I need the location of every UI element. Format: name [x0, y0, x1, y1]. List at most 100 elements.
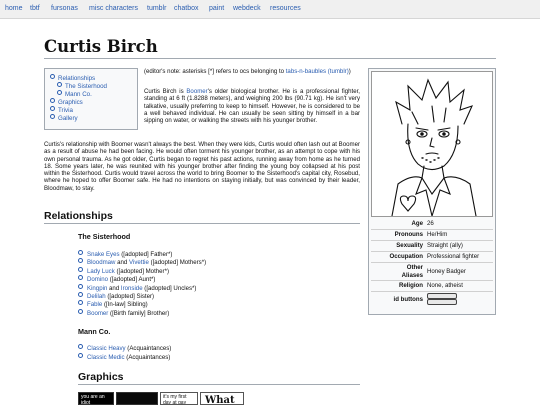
bullet-icon: [78, 300, 83, 306]
character-link[interactable]: Ironside: [121, 285, 143, 292]
bullet-icon: [50, 114, 55, 119]
infobox-value: 26: [427, 220, 434, 227]
character-link[interactable]: Delilah: [87, 293, 106, 300]
infobox-separator: [371, 251, 493, 252]
thumb-text: you are an idiot: [81, 394, 105, 405]
infobox-separator: [371, 240, 493, 241]
sisterhood-heading: The Sisterhood: [78, 232, 131, 241]
graphics-heading: Graphics: [78, 371, 124, 383]
infobox-label: Religion: [398, 282, 423, 289]
nav-link-fursonas[interactable]: fursonas: [51, 5, 78, 13]
infobox-value: Honey Badger: [427, 268, 466, 275]
toc-item-label: Trivia: [58, 107, 73, 114]
toc-item-label: Graphics: [58, 99, 83, 106]
mannco-heading: Mann Co.: [78, 327, 111, 336]
bullet-icon: [78, 266, 83, 272]
toc-item-gallery[interactable]: Gallery: [50, 114, 78, 123]
relationship-note: ([adopted] Uncles*): [142, 284, 197, 292]
graphic-thumb-what[interactable]: What ?: [200, 392, 244, 405]
relationship-note: (Acquaintances): [125, 345, 172, 352]
history-paragraph: Curtis's relationship with Boomer wasn't…: [44, 141, 360, 192]
infobox-value: Professional fighter: [427, 253, 480, 260]
relationship-item: Boomer ([Birth family] Brother): [78, 308, 170, 318]
bullet-icon: [78, 292, 83, 297]
infobox-label: Occupation: [389, 253, 423, 260]
relationship-note: ([adopted] Mothers*): [148, 259, 207, 267]
page-title: Curtis Birch: [44, 37, 158, 56]
relationship-note: ([adopted] Sister): [105, 293, 155, 300]
infobox-separator: [371, 280, 493, 281]
infobox-label: Pronouns: [394, 231, 423, 238]
toc-item-label: Relationships: [58, 75, 96, 82]
relationship-note: ([In-law] Sibling): [102, 301, 148, 309]
portrait-drawing: [391, 78, 477, 217]
character-link[interactable]: Vivettie: [129, 259, 149, 266]
relationship-note: ([adopted] Aunt*): [108, 276, 156, 284]
graphic-thumb-first-day[interactable]: it's my first day at gay high school: [160, 392, 198, 405]
nav-link-resources[interactable]: resources: [270, 5, 301, 13]
character-link[interactable]: Fable: [87, 301, 102, 308]
infobox-separator: [371, 229, 493, 230]
character-link[interactable]: Classic Heavy: [87, 345, 126, 352]
id-button-1[interactable]: [427, 293, 457, 299]
bullet-icon: [78, 258, 83, 264]
bullet-icon: [57, 82, 62, 87]
graphic-thumb-idiot[interactable]: you are an idiot: [78, 392, 114, 405]
infobox-label: id buttons: [393, 296, 423, 303]
character-link[interactable]: Boomer: [87, 310, 108, 317]
title-divider: [44, 58, 496, 59]
relationships-heading: Relationships: [44, 210, 113, 222]
character-link[interactable]: Domino: [87, 276, 108, 283]
bullet-icon: [78, 352, 83, 358]
id-button-2[interactable]: [427, 299, 457, 305]
bullet-icon: [78, 250, 83, 255]
editor-note-text: (editor's note: asterisks [*] refers to …: [144, 68, 286, 75]
relationship-note: and: [107, 284, 121, 292]
character-link[interactable]: Kingpin: [87, 285, 107, 292]
character-link[interactable]: Classic Medic: [87, 354, 125, 361]
nav-link-tbtf[interactable]: tbtf: [30, 5, 40, 13]
boomer-link[interactable]: Boomer: [186, 88, 207, 95]
infobox-label: Sexuality: [396, 242, 423, 249]
thumb-text: it's my first day at gay high school: [163, 394, 187, 405]
relationship-note: and: [115, 259, 130, 267]
bullet-icon: [78, 283, 83, 289]
table-of-contents: Relationships The Sisterhood Mann Co. Gr…: [44, 68, 138, 130]
nav-link-chatbox[interactable]: chatbox: [174, 5, 199, 13]
toc-item-label: The Sisterhood: [65, 83, 107, 90]
nav-link-webdeck[interactable]: webdeck: [233, 5, 261, 13]
thumb-text: What ?: [205, 395, 235, 405]
nav-link-home[interactable]: home: [5, 5, 23, 13]
character-link[interactable]: Bloodmaw: [87, 259, 115, 266]
nav-link-misc-characters[interactable]: misc characters: [89, 5, 138, 13]
character-link[interactable]: Snake Eyes: [87, 251, 120, 258]
graphic-thumb-dark[interactable]: [116, 392, 158, 405]
relationship-note: (Acquaintances): [124, 353, 171, 361]
bullet-icon: [78, 308, 83, 314]
intro-paragraph: Curtis Birch is Boomer's older biologica…: [144, 88, 360, 124]
relationships-divider: [44, 223, 360, 224]
top-nav: home tbtf fursonas misc characters tumbl…: [0, 0, 540, 19]
infobox-value: Straight (ally): [427, 242, 463, 249]
infobox-row-other-aliases: Other Aliases Honey Badger: [371, 264, 493, 280]
character-link[interactable]: Lady Luck: [87, 268, 115, 275]
bullet-icon: [50, 98, 55, 103]
infobox-label: Age: [411, 220, 423, 227]
relationship-note: ([adopted] Father*): [119, 251, 173, 258]
infobox-value: None, atheist: [427, 282, 463, 289]
character-portrait[interactable]: [371, 71, 493, 217]
bullet-icon: [50, 106, 55, 111]
toc-item-label: Mann Co.: [65, 91, 92, 98]
relationship-note: ([Birth family] Brother): [108, 309, 170, 317]
infobox-separator: [371, 262, 493, 263]
character-infobox: Age 26 Pronouns He/Him Sexuality Straight (…: [368, 68, 496, 315]
infobox-separator: [371, 291, 493, 292]
relationship-note: ([adopted] Mother*): [114, 267, 169, 275]
nav-link-tumblr[interactable]: tumblr: [147, 5, 166, 13]
nav-link-paint[interactable]: paint: [209, 5, 224, 13]
bullet-icon: [78, 275, 83, 281]
editor-note-close: ): [348, 68, 351, 75]
intro-text: Curtis Birch is: [144, 88, 187, 95]
infobox-value: He/Him: [427, 231, 448, 238]
tabs-n-baubles-link[interactable]: tabs-n-baubles (tumblr): [286, 68, 349, 75]
